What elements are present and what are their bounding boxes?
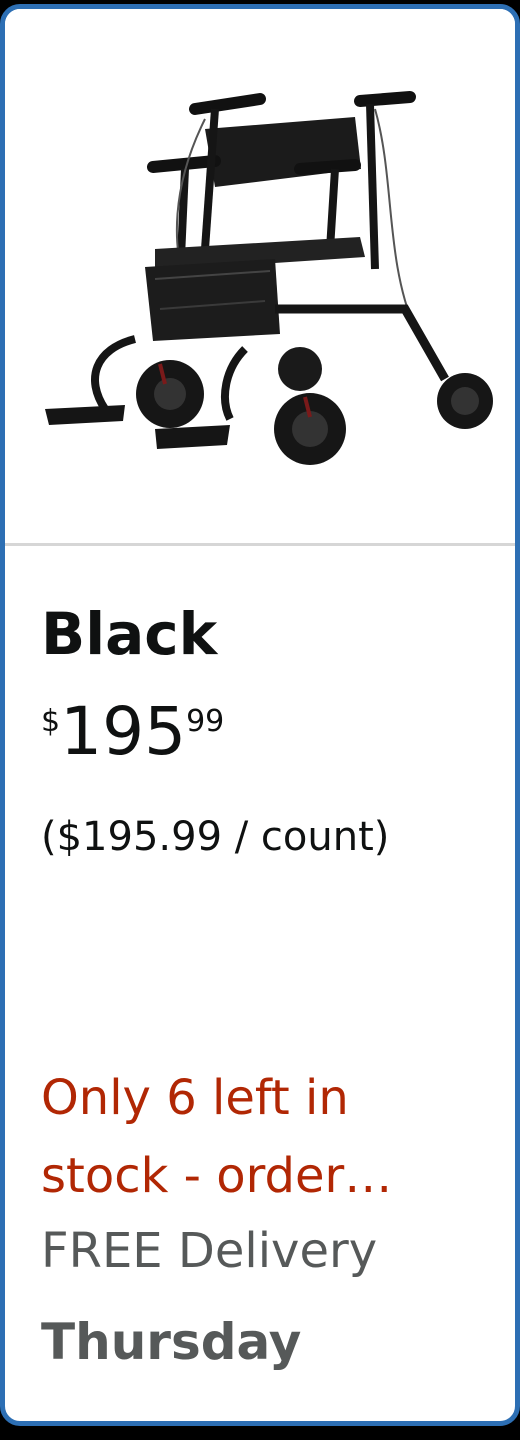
card-divider	[5, 543, 515, 546]
price-symbol: $	[41, 704, 61, 739]
rollator-walker-image	[45, 91, 493, 465]
price-fraction: 99	[186, 704, 225, 739]
product-image[interactable]	[5, 9, 515, 543]
stock-line-2: stock - order…	[41, 1148, 393, 1204]
variant-name: Black	[41, 600, 218, 668]
stock-line-1: Only 6 left in	[41, 1070, 349, 1126]
delivery-day: Thursday	[41, 1313, 302, 1371]
unit-price: ($195.99 / count)	[41, 814, 390, 860]
product-variant-card[interactable]: Black $19599 ($195.99 / count) Only 6 le…	[0, 4, 520, 1426]
delivery-label: FREE Delivery	[41, 1223, 378, 1279]
price-whole: 195	[60, 693, 187, 770]
price: $19599	[41, 699, 224, 765]
stock-warning: Only 6 left in stock - order…	[41, 1059, 481, 1215]
